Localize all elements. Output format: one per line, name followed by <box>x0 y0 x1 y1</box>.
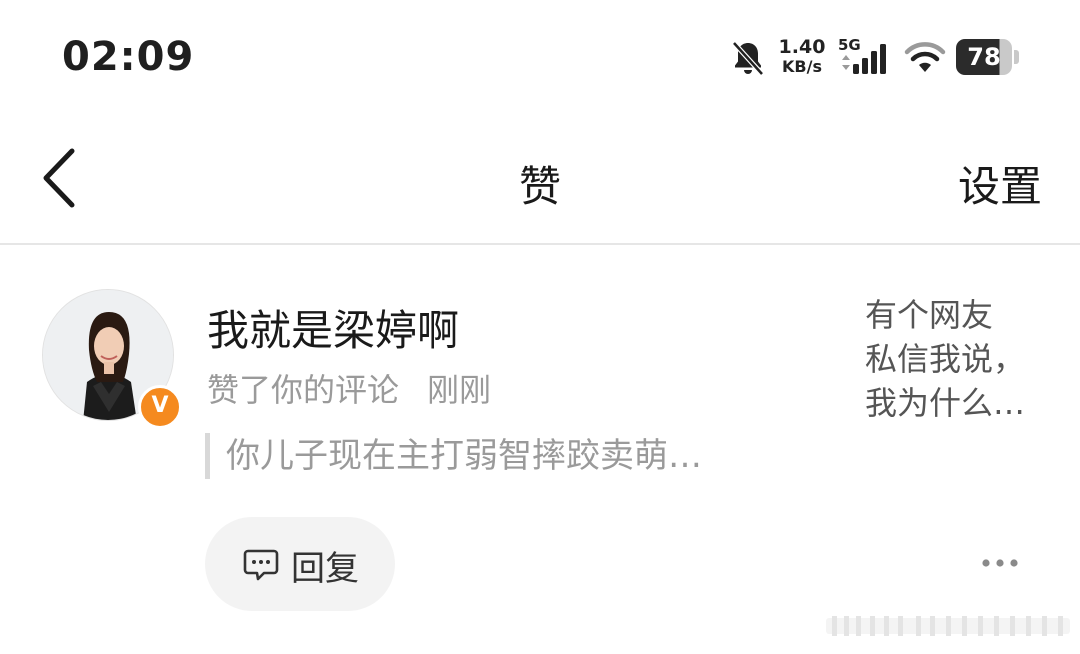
wifi-icon <box>904 42 946 72</box>
bell-off-icon <box>732 41 764 76</box>
notification-action: 赞了你的评论 <box>207 371 400 409</box>
watermark-decoration <box>826 616 1070 636</box>
post-preview-line: 私信我说， <box>865 340 1026 378</box>
reply-button[interactable]: 回复 <box>205 517 395 611</box>
reply-label: 回复 <box>291 549 359 589</box>
notification-meta: 赞了你的评论 刚刚 <box>207 365 491 411</box>
post-preview-line: 有个网友 <box>865 296 994 334</box>
like-notification-item[interactable]: V 我就是梁婷啊 赞了你的评论 刚刚 你儿子现在主打弱智摔跤卖萌… 有个网友 私信… <box>0 245 1080 654</box>
comment-bubble-icon <box>243 549 279 581</box>
comment-excerpt[interactable]: 你儿子现在主打弱智摔跤卖萌… <box>205 433 702 479</box>
back-button[interactable] <box>36 145 84 211</box>
page-title: 赞 <box>518 162 561 211</box>
status-time: 02:09 <box>62 34 195 80</box>
network-speed-unit: KB/s <box>782 57 822 76</box>
post-preview[interactable]: 有个网友 私信我说， 我为什么… <box>865 293 1055 425</box>
battery-level: 78 <box>967 43 1001 71</box>
network-speed-value: 1.40 <box>778 36 826 58</box>
status-bar: 02:09 1.40 KB/s 5G 78 <box>0 0 1080 115</box>
top-nav-bar: 赞 设置 <box>0 115 1080 245</box>
signal-icon <box>842 44 886 74</box>
battery-icon: 78 <box>956 39 1020 75</box>
post-preview-line: 我为什么… <box>865 384 1026 422</box>
notification-time: 刚刚 <box>427 371 492 409</box>
more-dots-icon[interactable] <box>980 553 1020 573</box>
network-speed: 1.40 KB/s <box>778 36 826 77</box>
chevron-left-icon <box>43 148 75 208</box>
battery-cap <box>1014 50 1019 64</box>
verified-badge-icon: V <box>138 385 182 429</box>
settings-button[interactable]: 设置 <box>958 153 1042 214</box>
avatar[interactable]: V <box>42 289 182 429</box>
username[interactable]: 我就是梁婷啊 <box>207 297 459 358</box>
